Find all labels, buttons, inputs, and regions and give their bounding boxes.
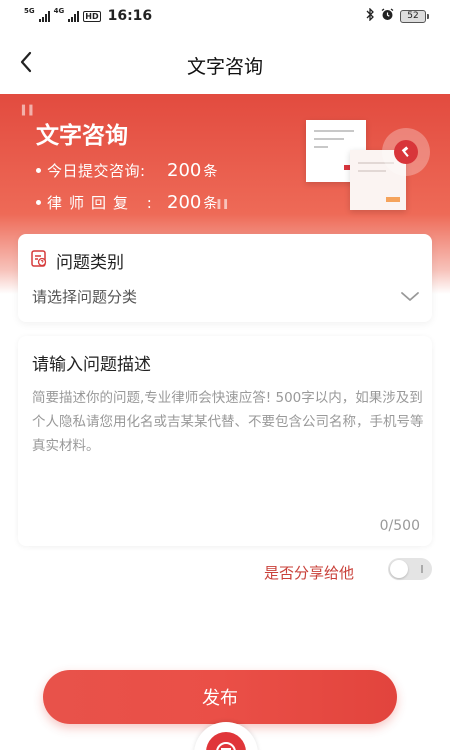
stat-label: 律师回复 :: [47, 194, 159, 212]
nav-bar: 文字咨询: [0, 34, 450, 94]
description-card: 请输入问题描述 0/500: [18, 336, 432, 546]
stat-unit: 条: [203, 163, 218, 180]
doc-line: [314, 146, 328, 148]
doc-line: [358, 170, 386, 172]
law-logo-icon: [206, 732, 246, 750]
status-right: 52: [366, 7, 429, 24]
stat-lawyer-replies: 律师回复 : 200 条: [36, 192, 217, 213]
gavel-icon: [394, 140, 418, 164]
bullet-dot: [36, 168, 41, 173]
status-left: 5G 4G HD 16:16: [24, 7, 153, 25]
stat-value: 200: [167, 192, 202, 213]
submit-button[interactable]: 发布: [43, 670, 397, 724]
battery-icon: 52: [400, 9, 429, 23]
page-title: 文字咨询: [186, 56, 263, 78]
category-title: 问题类别: [56, 253, 124, 273]
network-5g-label: 5G: [24, 7, 35, 15]
stat-value: 200: [167, 160, 202, 181]
stat-label: 今日提交咨询:: [47, 162, 146, 180]
category-card: 问题类别 请选择问题分类: [18, 234, 432, 322]
quote-close-icon: ": [214, 194, 231, 235]
quote-open-icon: ": [18, 98, 37, 144]
banner-title: 文字咨询: [36, 123, 128, 149]
bluetooth-icon: [366, 7, 375, 24]
stat-today-submissions: 今日提交咨询: 200 条: [36, 160, 217, 181]
toggle-off-indicator-icon: [421, 565, 423, 573]
status-bar: 5G 4G HD 16:16 52: [0, 0, 450, 34]
hammer-badge-icon: [382, 128, 430, 176]
description-input[interactable]: [32, 386, 424, 506]
category-placeholder: 请选择问题分类: [32, 288, 138, 306]
status-time: 16:16: [107, 8, 153, 24]
alarm-icon: [381, 8, 394, 24]
character-counter: 0/500: [379, 518, 420, 534]
network-4g-label: 4G: [53, 7, 65, 15]
floating-logo-button[interactable]: [194, 722, 258, 750]
toggle-knob: [390, 560, 408, 578]
doc-line: [314, 130, 354, 132]
category-select[interactable]: 请选择问题分类: [18, 278, 432, 314]
doc-line: [314, 138, 344, 140]
description-title: 请输入问题描述: [32, 355, 151, 375]
chevron-down-icon: [400, 288, 420, 307]
hd-icon: HD: [83, 10, 101, 22]
share-label: 是否分享给他: [263, 564, 354, 582]
share-toggle[interactable]: [388, 558, 432, 580]
bullet-dot: [36, 200, 41, 205]
signal-icon: [38, 10, 50, 22]
doc-orange-mark: [386, 197, 400, 202]
document-question-icon: [30, 250, 48, 268]
share-row: 是否分享给他: [0, 556, 450, 586]
signal-icon-2: [68, 10, 80, 22]
